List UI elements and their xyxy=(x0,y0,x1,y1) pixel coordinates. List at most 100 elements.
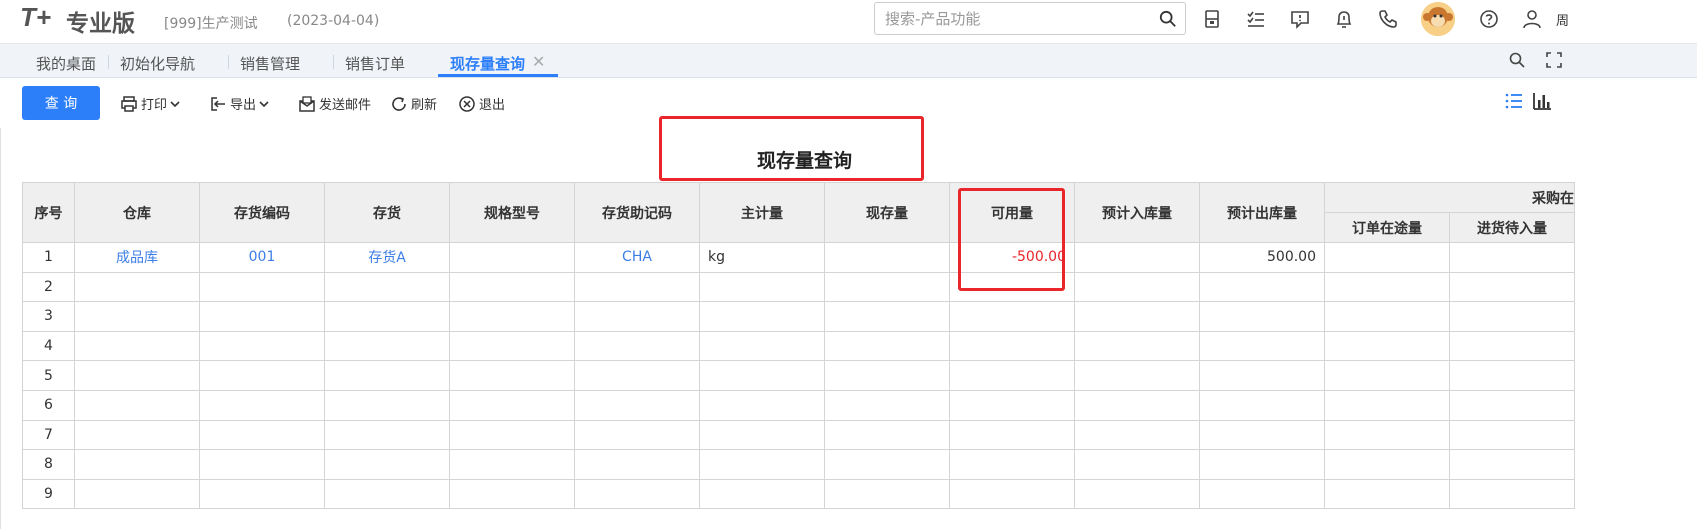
cell-in_qty xyxy=(1074,389,1200,421)
search-icon[interactable] xyxy=(1159,10,1177,28)
export-button[interactable]: 导出 xyxy=(209,94,269,113)
table-row[interactable]: 8 xyxy=(22,449,1575,480)
chevron-down-icon xyxy=(259,100,269,107)
phone-icon[interactable] xyxy=(1377,8,1399,30)
column-header[interactable]: 规格型号 xyxy=(449,182,575,243)
column-header[interactable]: 现存量 xyxy=(824,182,950,243)
column-header[interactable]: 订单在途量 xyxy=(1324,212,1450,243)
close-circle-icon xyxy=(459,95,475,112)
cell-item[interactable]: 存货A xyxy=(324,242,450,273)
cell-out_qty xyxy=(1199,389,1325,421)
cell-mnemonic xyxy=(574,419,700,451)
cell-mnemonic[interactable]: CHA xyxy=(574,242,700,273)
exit-label: 退出 xyxy=(479,98,506,113)
send-mail-label: 发送邮件 xyxy=(319,98,372,113)
product-search[interactable] xyxy=(874,2,1186,35)
help-icon[interactable] xyxy=(1478,8,1500,30)
refresh-icon xyxy=(392,96,406,111)
tab-close-icon[interactable]: ✕ xyxy=(532,52,545,71)
cell-spec xyxy=(449,449,575,480)
cell-spec xyxy=(449,478,575,510)
chart-view-icon[interactable] xyxy=(1531,90,1553,112)
column-header[interactable]: 仓库 xyxy=(74,182,200,243)
cell-in_qty xyxy=(1074,301,1200,332)
cell-in_qty xyxy=(1074,449,1200,480)
cell-out_qty xyxy=(1199,419,1325,451)
exit-button[interactable]: 退出 xyxy=(458,94,505,113)
column-header[interactable]: 主计量 xyxy=(699,182,825,243)
cell-code[interactable]: 001 xyxy=(199,242,325,273)
cell-po_pending xyxy=(1449,449,1575,480)
table-row[interactable]: 2 xyxy=(22,271,1575,303)
cell-po_pending xyxy=(1449,271,1575,303)
table-row[interactable]: 3 xyxy=(22,301,1575,332)
cell-available xyxy=(949,330,1075,362)
table-row[interactable]: 5 xyxy=(22,360,1575,391)
table-row[interactable]: 9 xyxy=(22,478,1575,510)
cell-spec xyxy=(449,330,575,362)
cell-out_qty xyxy=(1199,271,1325,303)
user-icon[interactable] xyxy=(1521,8,1543,30)
login-date: (2023-04-04) xyxy=(287,13,380,29)
refresh-button[interactable]: 刷新 xyxy=(390,94,437,113)
cell-onhand xyxy=(824,301,950,332)
column-header[interactable]: 预计出库量 xyxy=(1199,182,1325,243)
app-logo: T+ xyxy=(20,2,52,32)
list-view-icon[interactable] xyxy=(1503,90,1525,112)
table-row[interactable]: 1 成品库 001 存货A CHA kg -500.00 500.00 xyxy=(22,242,1575,273)
cell-code xyxy=(199,271,325,303)
column-header[interactable]: 进货待入量 xyxy=(1449,212,1575,243)
send-mail-button[interactable]: 发送邮件 xyxy=(298,94,371,113)
user-name[interactable]: 周 xyxy=(1556,10,1586,29)
cell-mnemonic xyxy=(574,360,700,391)
cell-po_pending xyxy=(1449,389,1575,421)
cell-available xyxy=(949,389,1075,421)
cell-in_qty xyxy=(1074,360,1200,391)
avatar[interactable] xyxy=(1421,2,1455,36)
column-header[interactable]: 存货 xyxy=(324,182,450,243)
cell-warehouse xyxy=(74,360,200,391)
table-row[interactable]: 7 xyxy=(22,419,1575,451)
cell-onhand xyxy=(824,389,950,421)
cell-code xyxy=(199,419,325,451)
tab-bar: 我的桌面 初始化导航 销售管理 销售订单 现存量查询 ✕ xyxy=(0,44,1697,78)
cell-onhand xyxy=(824,449,950,480)
cell-onhand xyxy=(824,271,950,303)
cell-unit xyxy=(699,271,825,303)
column-header[interactable]: 可用量 xyxy=(949,182,1075,243)
cell-po_transit xyxy=(1324,301,1450,332)
cell-spec xyxy=(449,419,575,451)
tab-init-navigation[interactable]: 初始化导航 xyxy=(120,53,195,74)
company-name[interactable]: [999]生产测试 xyxy=(164,13,258,33)
cell-warehouse[interactable]: 成品库 xyxy=(74,242,200,273)
column-header[interactable]: 存货助记码 xyxy=(574,182,700,243)
cell-warehouse xyxy=(74,449,200,480)
tab-my-desktop[interactable]: 我的桌面 xyxy=(36,53,96,74)
cell-po_pending xyxy=(1449,301,1575,332)
notification-bell-icon[interactable] xyxy=(1333,8,1355,30)
query-button[interactable]: 查 询 xyxy=(22,86,100,120)
tab-sales-management[interactable]: 销售管理 xyxy=(240,53,300,74)
cell-po_pending xyxy=(1449,419,1575,451)
cell-onhand xyxy=(824,419,950,451)
fullscreen-icon[interactable] xyxy=(1545,51,1563,69)
search-input[interactable] xyxy=(885,3,1145,34)
message-icon[interactable] xyxy=(1289,8,1311,30)
cell-out_qty xyxy=(1199,301,1325,332)
table-row[interactable]: 6 xyxy=(22,389,1575,421)
column-header[interactable]: 序号 xyxy=(22,182,75,243)
print-label: 打印 xyxy=(141,98,168,113)
task-list-icon[interactable] xyxy=(1245,8,1267,30)
tab-stock-query[interactable]: 现存量查询 xyxy=(450,53,525,74)
table-row[interactable]: 4 xyxy=(22,330,1575,362)
search-icon[interactable] xyxy=(1508,51,1526,69)
calculator-icon[interactable] xyxy=(1201,8,1223,30)
column-header[interactable]: 预计入库量 xyxy=(1074,182,1200,243)
cell-code xyxy=(199,478,325,510)
cell-po_transit xyxy=(1324,449,1450,480)
cell-out_qty: 500.00 xyxy=(1199,242,1325,273)
print-button[interactable]: 打印 xyxy=(120,94,180,113)
tab-sales-order[interactable]: 销售订单 xyxy=(345,53,405,74)
column-header[interactable]: 存货编码 xyxy=(199,182,325,243)
cell-onhand xyxy=(824,360,950,391)
